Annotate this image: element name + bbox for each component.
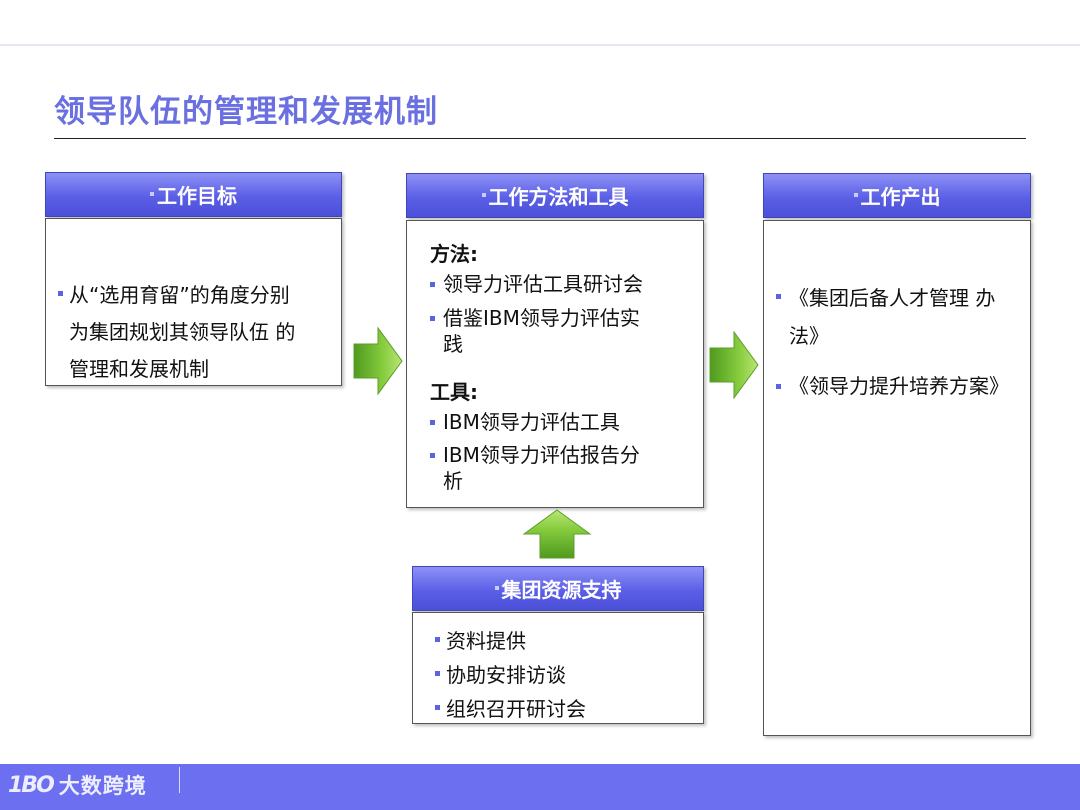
page-title: 领导队伍的管理和发展机制 <box>54 94 438 130</box>
output-item: 《领导力提升培养方案》 <box>776 371 1026 401</box>
method-item: 领导力评估工具研讨会 <box>430 271 695 297</box>
support-header: 集团资源支持 <box>412 566 704 611</box>
support-header-label: 集团资源支持 <box>501 578 622 602</box>
footer-bar: 1BO 大数跨境 <box>0 764 1080 810</box>
header-bullet-icon <box>150 191 154 196</box>
header-bullet-icon <box>853 192 858 197</box>
bullet-icon <box>435 671 440 676</box>
bullet-icon <box>776 294 781 299</box>
support-item: 资料提供 <box>435 624 586 658</box>
tools-title: 工具: <box>430 380 478 404</box>
support-box: 资料提供 协助安排访谈 组织召开研讨会 <box>412 612 704 724</box>
method-item: 借鉴IBM领导力评估实 践 <box>430 305 695 357</box>
goal-line-2: 为集团规划其领导队伍 的 <box>69 320 296 344</box>
footer-divider <box>179 767 180 793</box>
bullet-icon <box>435 637 440 642</box>
header-bullet-icon <box>494 585 499 590</box>
goal-box: 从“选用育留”的角度分别 为集团规划其领导队伍 的 管理和发展机制 <box>45 218 342 386</box>
bullet-icon <box>435 705 440 710</box>
tool-item: IBM领导力评估工具 <box>430 409 695 435</box>
method-box: 方法: 领导力评估工具研讨会 借鉴IBM领导力评估实 践 工具: IBM领导力评… <box>406 220 704 508</box>
support-item: 组织召开研讨会 <box>435 692 586 726</box>
method-header-label: 工作方法和工具 <box>488 185 629 209</box>
right-arrow-icon <box>709 330 759 400</box>
bullet-icon <box>776 384 781 389</box>
goal-header-label: 工作目标 <box>157 184 237 208</box>
output-box: 《集团后备人才管理 办 法》 《领导力提升培养方案》 <box>763 220 1031 736</box>
support-item: 协助安排访谈 <box>435 658 586 692</box>
output-header-label: 工作产出 <box>860 185 941 209</box>
logo-mark: 1BO <box>8 772 55 798</box>
bullet-icon <box>430 282 435 287</box>
method-header: 工作方法和工具 <box>406 173 704 218</box>
goal-line-1: 从“选用育留”的角度分别 <box>58 277 338 314</box>
header-bullet-icon <box>481 192 486 197</box>
bullet-icon <box>430 453 435 458</box>
bullet-icon <box>430 420 435 425</box>
tool-item: IBM领导力评估报告分 析 <box>430 442 695 494</box>
output-item: 《集团后备人才管理 办 法》 <box>776 279 1026 355</box>
bullet-icon <box>430 316 435 321</box>
goal-line-3: 管理和发展机制 <box>69 357 209 381</box>
bullet-icon <box>58 291 63 296</box>
brand-logo: 1BO 大数跨境 <box>8 770 147 800</box>
up-arrow-icon <box>522 509 592 559</box>
methods-title: 方法: <box>430 242 478 266</box>
goal-header: 工作目标 <box>45 172 342 217</box>
goal-item: 从“选用育留”的角度分别 为集团规划其领导队伍 的 管理和发展机制 <box>58 277 338 388</box>
output-header: 工作产出 <box>763 173 1031 218</box>
top-rule <box>0 44 1080 46</box>
support-list: 资料提供 协助安排访谈 组织召开研讨会 <box>435 624 586 726</box>
right-arrow-icon <box>353 326 403 396</box>
logo-text: 大数跨境 <box>58 774 147 798</box>
title-underline <box>54 138 1026 139</box>
